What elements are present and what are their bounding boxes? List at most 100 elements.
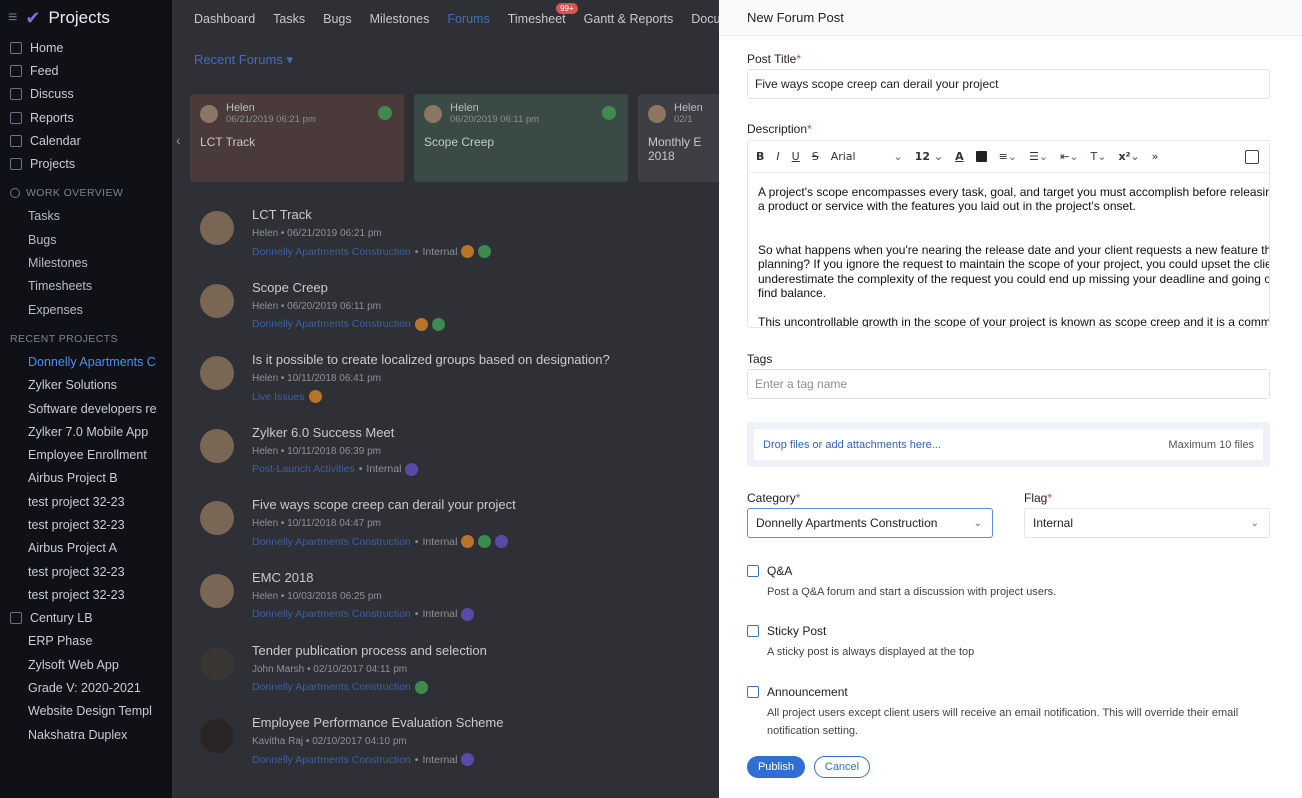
forum-post-row[interactable]: LCT Track Helen • 06/21/2019 06:21 pm Donn…: [200, 205, 740, 278]
forum-post-row[interactable]: Five ways scope creep can derail your pr…: [200, 495, 740, 568]
sidebar-item-feed[interactable]: Feed: [0, 59, 172, 82]
forum-post-row[interactable]: Employee Performance Evaluation Scheme Ka…: [200, 713, 740, 786]
underline-button[interactable]: U: [792, 150, 800, 163]
category-chip-icon: [478, 535, 492, 549]
project-link[interactable]: Live Issues: [252, 391, 305, 403]
sidebar-item-discuss[interactable]: Discuss: [0, 83, 172, 106]
portfolio-project-item[interactable]: Zylsoft Web App: [0, 653, 172, 676]
sidebar-item-milestones[interactable]: Milestones: [0, 251, 172, 274]
sidebar-item-tasks[interactable]: Tasks: [0, 205, 172, 228]
recent-project-item[interactable]: test project 32-23: [0, 490, 172, 513]
recent-project-item[interactable]: test project 32-23: [0, 513, 172, 536]
recent-project-item[interactable]: Employee Enrollment: [0, 443, 172, 466]
forum-post-row[interactable]: EMC 2018 Helen • 10/03/2018 06:25 pm Donne…: [200, 568, 740, 641]
bullet-list-icon[interactable]: ☰⌄: [1029, 150, 1048, 163]
post-title[interactable]: Employee Performance Evaluation Scheme: [252, 715, 503, 730]
font-family-select[interactable]: Arial ⌄: [831, 150, 903, 163]
checkbox[interactable]: [747, 686, 759, 698]
project-link[interactable]: Post-Launch Activities: [252, 463, 355, 475]
post-project: Donnelly Apartments Construction: [252, 317, 445, 331]
recent-forum-card[interactable]: Helen 06/21/2019 06:21 pm LCT Track: [190, 94, 404, 182]
more-options-icon[interactable]: »: [1152, 150, 1159, 163]
tab-timesheet[interactable]: Timesheet 99+: [508, 3, 578, 26]
add-attachments-link[interactable]: Drop files or add attachments here...: [763, 439, 941, 451]
checkbox[interactable]: [747, 565, 759, 577]
portfolio-project-item[interactable]: Nakshatra Duplex: [0, 723, 172, 746]
recent-forum-card[interactable]: Helen 06/20/2019 06:11 pm Scope Creep: [414, 94, 628, 182]
post-title[interactable]: LCT Track: [252, 207, 312, 222]
forum-post-row[interactable]: Scope Creep Helen • 06/20/2019 06:11 pm Do…: [200, 278, 740, 351]
tab-gantt-reports[interactable]: Gantt & Reports: [584, 12, 674, 26]
project-link[interactable]: Donnelly Apartments Construction: [252, 608, 411, 620]
checkbox[interactable]: [747, 625, 759, 637]
sidebar-item-home[interactable]: Home: [0, 36, 172, 59]
project-link[interactable]: Donnelly Apartments Construction: [252, 681, 411, 693]
tags-input[interactable]: Enter a tag name: [747, 369, 1270, 399]
new-forum-post-panel: New Forum Post Post Title* Five ways sco…: [719, 0, 1302, 798]
portfolio-project-item[interactable]: ERP Phase: [0, 630, 172, 653]
sidebar-item-expenses[interactable]: Expenses: [0, 298, 172, 321]
sidebar-item-reports[interactable]: Reports: [0, 106, 172, 129]
tab-dashboard[interactable]: Dashboard: [194, 12, 255, 26]
strikethrough-button[interactable]: S: [812, 150, 819, 163]
indent-icon[interactable]: ⇤⌄: [1060, 150, 1078, 163]
project-link[interactable]: Donnelly Apartments Construction: [252, 318, 411, 330]
hamburger-menu-icon[interactable]: ≡: [8, 9, 17, 27]
option-row[interactable]: Q&A: [747, 564, 1267, 578]
recent-project-item[interactable]: Software developers re: [0, 397, 172, 420]
tab-forums[interactable]: Forums: [447, 12, 489, 26]
project-link[interactable]: Donnelly Apartments Construction: [252, 246, 411, 258]
post-title-input[interactable]: Five ways scope creep can derail your pr…: [747, 69, 1270, 99]
sidebar-item-bugs[interactable]: Bugs: [0, 228, 172, 251]
sidebar-item-projects[interactable]: Projects: [0, 152, 172, 175]
project-link[interactable]: Donnelly Apartments Construction: [252, 536, 411, 548]
sidebar-item-calendar[interactable]: Calendar: [0, 129, 172, 152]
project-link[interactable]: Donnelly Apartments Construction: [252, 754, 411, 766]
recent-project-item[interactable]: test project 32-23: [0, 560, 172, 583]
recent-project-item[interactable]: test project 32-23: [0, 583, 172, 606]
option-sticky-post: Sticky Post A sticky post is always displ…: [747, 624, 1267, 661]
flag-select[interactable]: Internal ⌄: [1024, 508, 1270, 538]
option-row[interactable]: Sticky Post: [747, 624, 1267, 638]
recent-project-item[interactable]: Zylker Solutions: [0, 374, 172, 397]
category-chip-icon: [414, 317, 428, 331]
post-title[interactable]: Is it possible to create localized group…: [252, 352, 610, 367]
post-title[interactable]: Tender publication process and selection: [252, 643, 487, 658]
superscript-button[interactable]: x²⌄: [1119, 150, 1140, 163]
recent-project-item[interactable]: Donnelly Apartments C: [0, 350, 172, 373]
publish-button[interactable]: Publish: [747, 756, 805, 778]
recent-forums-dropdown[interactable]: Recent Forums ▾: [194, 52, 293, 68]
recent-project-item[interactable]: Airbus Project A: [0, 537, 172, 560]
text-color-button[interactable]: A: [955, 150, 964, 163]
portfolio-item[interactable]: Century LB: [0, 607, 172, 630]
cancel-button[interactable]: Cancel: [814, 756, 870, 778]
tab-tasks[interactable]: Tasks: [273, 12, 305, 26]
recent-project-item[interactable]: Airbus Project B: [0, 467, 172, 490]
clear-format-icon[interactable]: T⌄: [1091, 150, 1107, 163]
post-title[interactable]: Five ways scope creep can derail your pr…: [252, 497, 516, 512]
italic-button[interactable]: I: [776, 150, 779, 163]
background-color-icon[interactable]: [975, 151, 987, 162]
align-icon[interactable]: ≡⌄: [999, 150, 1017, 163]
tab-bugs[interactable]: Bugs: [323, 12, 352, 26]
forum-post-row[interactable]: Zylker 6.0 Success Meet Helen • 10/11/201…: [200, 423, 740, 496]
tab-milestones[interactable]: Milestones: [370, 12, 430, 26]
sidebar-item-timesheets[interactable]: Timesheets: [0, 275, 172, 298]
post-title[interactable]: EMC 2018: [252, 570, 313, 585]
post-title[interactable]: Zylker 6.0 Success Meet: [252, 425, 394, 440]
font-size-select[interactable]: 12 ⌄: [915, 150, 943, 163]
forum-post-row[interactable]: Is it possible to create localized group…: [200, 350, 740, 423]
option-row[interactable]: Announcement: [747, 685, 1267, 699]
portfolio-project-item[interactable]: Grade V: 2020-2021: [0, 676, 172, 699]
recent-project-item[interactable]: Zylker 7.0 Mobile App: [0, 420, 172, 443]
attachment-dropzone[interactable]: Drop files or add attachments here... Ma…: [747, 422, 1270, 467]
portfolio-project-item[interactable]: Website Design Templ: [0, 700, 172, 723]
category-select[interactable]: Donnelly Apartments Construction ⌄: [747, 508, 993, 538]
card-author: Helen 06/21/2019 06:21 pm: [200, 102, 394, 125]
post-title[interactable]: Scope Creep: [252, 280, 328, 295]
description-text-area[interactable]: A project's scope encompasses every task…: [748, 173, 1269, 327]
expand-editor-icon[interactable]: [1245, 149, 1259, 164]
chevron-left-icon[interactable]: ‹: [176, 132, 181, 148]
forum-post-row[interactable]: Tender publication process and selection…: [200, 641, 740, 714]
bold-button[interactable]: B: [756, 150, 764, 163]
